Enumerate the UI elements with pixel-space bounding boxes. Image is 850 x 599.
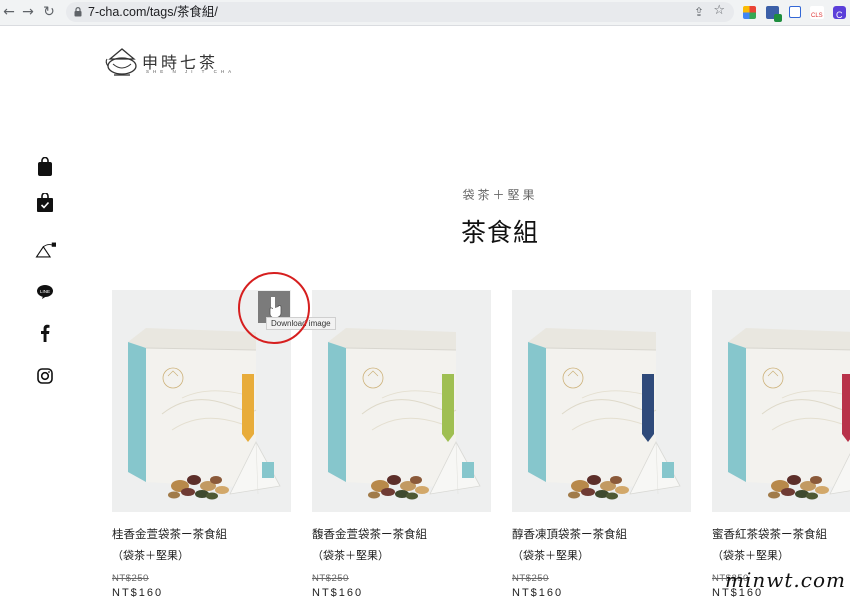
tea-box-illustration: [328, 328, 481, 500]
product-subtitle: （袋茶＋堅果）: [712, 549, 789, 562]
facebook-icon[interactable]: [34, 322, 56, 344]
sale-price: NT$160: [112, 587, 164, 599]
bookmark-star-icon[interactable]: ☆: [713, 2, 725, 20]
forward-icon[interactable]: →: [19, 3, 37, 21]
url-text: 7-cha.com/tags/茶食組/: [88, 5, 218, 19]
shopping-bag-icon[interactable]: [34, 156, 56, 178]
extension-c-icon[interactable]: C: [833, 6, 846, 20]
product-name[interactable]: 醇香凍頂袋茶ー茶食組: [512, 526, 691, 542]
product-subtitle: （袋茶＋堅果）: [112, 549, 189, 562]
product-name[interactable]: 桂香金萱袋茶ー茶食組: [112, 526, 291, 542]
checkout-bag-icon[interactable]: [34, 192, 56, 214]
extension-cls-icon[interactable]: CLS: [810, 6, 824, 19]
product-card[interactable]: 蜜香紅茶袋茶ー茶食組 （袋茶＋堅果） NT$250 NT$160: [712, 290, 850, 599]
svg-text:LINE: LINE: [40, 289, 50, 294]
product-subtitle: （袋茶＋堅果）: [312, 549, 389, 562]
product-image[interactable]: [312, 290, 491, 512]
brand-romanized: SHE N JI T CHA: [146, 69, 236, 74]
original-price: NT$250: [512, 573, 549, 584]
share-icon[interactable]: ⇪: [694, 3, 704, 21]
original-price: NT$250: [312, 573, 349, 584]
original-price: NT$250: [112, 573, 149, 584]
product-image[interactable]: [512, 290, 691, 512]
sale-price: NT$160: [512, 587, 564, 599]
extension-color-icon[interactable]: [743, 6, 756, 19]
product-card[interactable]: 馥香金萱袋茶ー茶食組 （袋茶＋堅果） NT$250 NT$160: [312, 290, 491, 599]
product-image[interactable]: [712, 290, 850, 512]
tea-box-illustration: [528, 328, 681, 500]
browser-toolbar: ← → ↻ 7-cha.com/tags/茶食組/ ⇪ ☆ CLS C: [0, 0, 850, 26]
line-app-icon[interactable]: LINE: [34, 281, 56, 303]
category-subtitle: 袋茶＋堅果: [462, 188, 538, 202]
page-title: 茶食組: [460, 218, 539, 247]
product-subtitle: （袋茶＋堅果）: [512, 549, 589, 562]
svg-text:CLS: CLS: [811, 13, 823, 19]
product-name[interactable]: 馥香金萱袋茶ー茶食組: [312, 526, 491, 542]
product-card[interactable]: 醇香凍頂袋茶ー茶食組 （袋茶＋堅果） NT$250 NT$160: [512, 290, 691, 599]
extension-reader-icon[interactable]: [789, 6, 801, 18]
tea-box-illustration: [728, 328, 850, 500]
tea-bag-icon[interactable]: [34, 240, 56, 262]
svg-text:C: C: [836, 10, 843, 20]
highlight-circle: [238, 272, 310, 344]
instagram-icon[interactable]: [34, 365, 56, 387]
sale-price: NT$160: [312, 587, 364, 599]
extension-badge-icon: [774, 14, 782, 22]
reload-icon[interactable]: ↻: [40, 3, 58, 21]
lock-icon: [74, 7, 82, 17]
product-name[interactable]: 蜜香紅茶袋茶ー茶食組: [712, 526, 850, 542]
back-icon[interactable]: ←: [0, 3, 18, 21]
watermark: minwt.com: [725, 568, 846, 592]
address-bar[interactable]: 7-cha.com/tags/茶食組/ ⇪ ☆: [66, 2, 734, 22]
